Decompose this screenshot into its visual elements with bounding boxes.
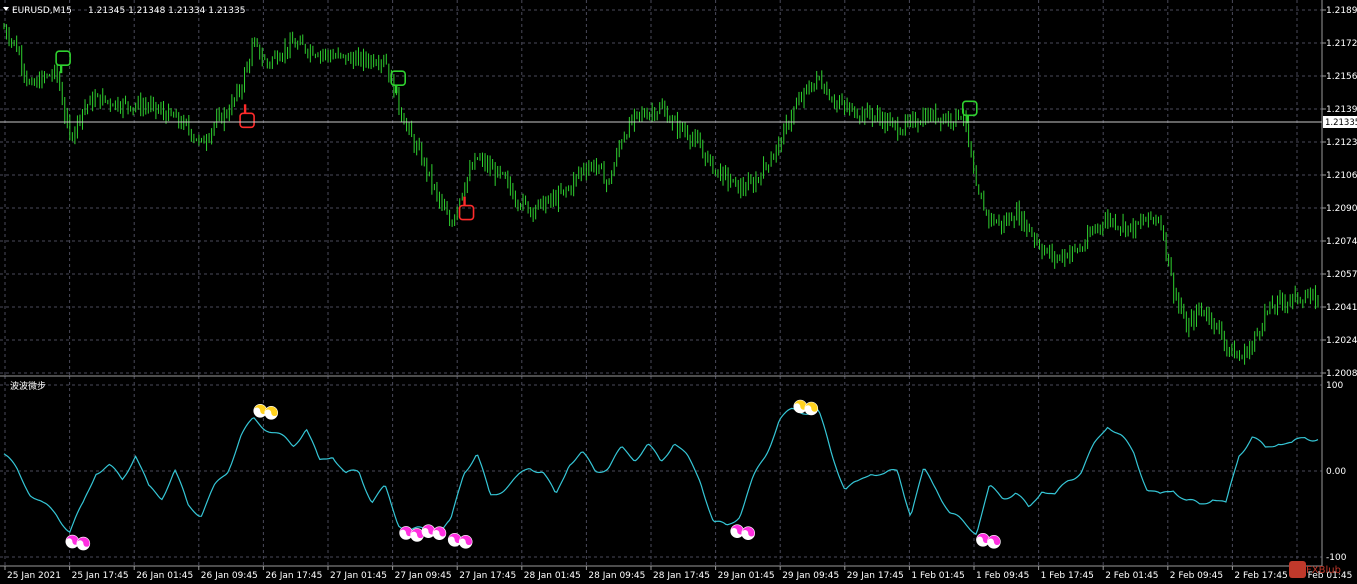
price-tick-label: 1.20080 <box>1326 369 1357 379</box>
time-tick-label: 27 Jan 17:45 <box>459 571 516 581</box>
time-tick-label: 27 Jan 01:45 <box>330 571 387 581</box>
signal-dot-icon <box>741 526 756 541</box>
price-tick-label: 1.21230 <box>1326 138 1357 148</box>
price-tick-label: 1.20900 <box>1326 204 1357 214</box>
time-tick-label: 28 Jan 09:45 <box>588 571 645 581</box>
signal-dot-icon <box>804 401 819 416</box>
price-tick-label: 1.21890 <box>1326 6 1357 16</box>
time-tick-label: 2 Feb 17:45 <box>1234 571 1287 581</box>
price-tick-label: 1.21560 <box>1326 72 1357 82</box>
signal-dot-icon <box>458 534 473 549</box>
time-tick-label: 29 Jan 09:45 <box>782 571 839 581</box>
indicator-name: 波波微步 <box>10 380 46 392</box>
watermark-logo <box>1289 561 1306 578</box>
price-tick-label: 1.21065 <box>1326 171 1357 181</box>
trading-chart[interactable]: EURUSD,M15 1.21345 1.21348 1.21334 1.213… <box>0 0 1357 584</box>
price-tick-label: 1.20245 <box>1326 336 1357 346</box>
time-tick-label: 29 Jan 01:45 <box>718 571 775 581</box>
chart-background <box>0 0 1357 584</box>
signal-dot-icon <box>987 534 1001 549</box>
price-tick-label: 1.20410 <box>1326 303 1357 313</box>
time-tick-label: 2 Feb 01:45 <box>1105 571 1158 581</box>
price-tick-label: 1.20575 <box>1326 270 1357 280</box>
price-tick-label: 1.21725 <box>1326 39 1357 49</box>
time-tick-label: 26 Jan 09:45 <box>201 571 258 581</box>
time-tick-label: 25 Jan 2021 <box>7 571 61 581</box>
oscillator-tick-label: -100 <box>1326 553 1347 563</box>
time-tick-label: 1 Feb 09:45 <box>976 571 1029 581</box>
time-tick-label: 27 Jan 09:45 <box>395 571 452 581</box>
watermark-text: FXBlub <box>1306 565 1341 576</box>
ohlc-values: 1.21345 1.21348 1.21334 1.21335 <box>88 6 245 16</box>
time-tick-label: 28 Jan 01:45 <box>524 571 581 581</box>
signal-dot-icon <box>76 536 91 551</box>
time-tick-label: 25 Jan 17:45 <box>72 571 129 581</box>
signal-dot-icon <box>432 526 447 541</box>
time-tick-label: 26 Jan 17:45 <box>265 571 322 581</box>
symbol-label: EURUSD,M15 <box>12 6 72 16</box>
time-tick-label: 29 Jan 17:45 <box>847 571 904 581</box>
time-tick-label: 28 Jan 17:45 <box>653 571 710 581</box>
current-price-value: 1.21335 <box>1325 118 1357 128</box>
signal-dot-icon <box>264 405 279 420</box>
oscillator-tick-label: 100 <box>1326 381 1343 391</box>
price-tick-label: 1.20740 <box>1326 237 1357 247</box>
signal-dot-icon <box>410 528 424 542</box>
time-tick-label: 1 Feb 17:45 <box>1041 571 1094 581</box>
oscillator-tick-label: 0.00 <box>1326 467 1346 477</box>
time-tick-label: 1 Feb 01:45 <box>911 571 964 581</box>
price-tick-label: 1.21395 <box>1326 105 1357 115</box>
time-tick-label: 26 Jan 01:45 <box>136 571 193 581</box>
time-tick-label: 2 Feb 09:45 <box>1170 571 1223 581</box>
